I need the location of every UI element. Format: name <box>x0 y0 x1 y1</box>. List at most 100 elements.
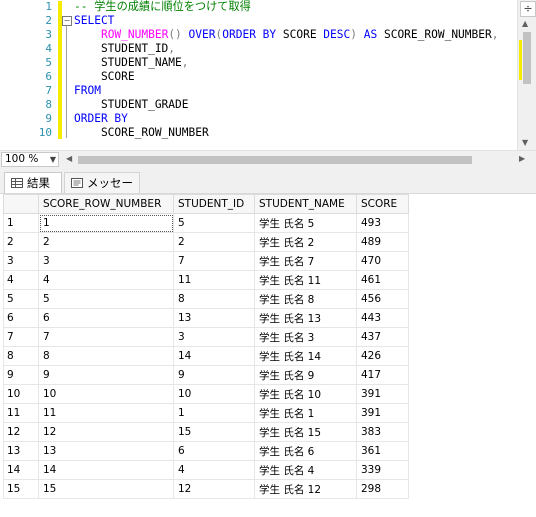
table-cell[interactable]: 6 <box>38 308 174 328</box>
table-row[interactable]: 14 14 4 学生 氏名 4 339 <box>3 460 409 480</box>
table-cell[interactable]: 10 <box>173 384 255 404</box>
table-cell[interactable]: 11 <box>173 270 255 290</box>
row-number-cell[interactable]: 8 <box>3 346 39 366</box>
split-window-icon[interactable]: ÷ <box>520 1 536 17</box>
table-cell[interactable]: 493 <box>356 213 409 233</box>
vertical-scroll-thumb[interactable] <box>523 32 531 84</box>
scroll-up-icon[interactable]: ▲ <box>522 19 528 28</box>
row-number-cell[interactable]: 10 <box>3 384 39 404</box>
column-header[interactable]: STUDENT_ID <box>173 194 255 214</box>
table-cell[interactable]: 7 <box>38 327 174 347</box>
table-cell[interactable]: 学生 氏名 7 <box>254 251 357 271</box>
column-header[interactable]: STUDENT_NAME <box>254 194 357 214</box>
row-number-cell[interactable]: 12 <box>3 422 39 442</box>
table-cell[interactable]: 361 <box>356 441 409 461</box>
row-number-cell[interactable]: 15 <box>3 479 39 499</box>
table-cell[interactable]: 443 <box>356 308 409 328</box>
code-line[interactable]: STUDENT_GRADE <box>74 98 189 112</box>
table-cell[interactable]: 学生 氏名 14 <box>254 346 357 366</box>
table-row[interactable]: 3 3 7 学生 氏名 7 470 <box>3 251 409 271</box>
table-cell[interactable]: 学生 氏名 4 <box>254 460 357 480</box>
row-number-header[interactable] <box>3 194 39 214</box>
table-row[interactable]: 7 7 3 学生 氏名 3 437 <box>3 327 409 347</box>
tab-messages[interactable]: メッセージ <box>64 172 140 210</box>
table-cell[interactable]: 15 <box>173 422 255 442</box>
table-cell[interactable]: 15 <box>38 479 174 499</box>
table-cell[interactable]: 298 <box>356 479 409 499</box>
column-header[interactable]: SCORE_ROW_NUMBER <box>38 194 174 214</box>
table-cell[interactable]: 10 <box>38 384 174 404</box>
code-line[interactable]: ROW_NUMBER() OVER(ORDER BY SCORE DESC) A… <box>74 28 499 42</box>
code-line[interactable]: ORDER BY <box>74 112 128 126</box>
table-cell[interactable]: 13 <box>173 308 255 328</box>
table-cell[interactable]: 学生 氏名 1 <box>254 403 357 423</box>
table-cell[interactable]: 学生 氏名 8 <box>254 289 357 309</box>
table-cell[interactable]: 6 <box>173 441 255 461</box>
table-cell[interactable]: 13 <box>38 441 174 461</box>
table-cell[interactable]: 9 <box>38 365 174 385</box>
table-row[interactable]: 6 6 13 学生 氏名 13 443 <box>3 308 409 328</box>
table-cell[interactable]: 学生 氏名 11 <box>254 270 357 290</box>
table-row[interactable]: 1 1 5 学生 氏名 5 493 <box>3 213 409 233</box>
table-cell[interactable]: 470 <box>356 251 409 271</box>
table-row[interactable]: 2 2 2 学生 氏名 2 489 <box>3 232 409 252</box>
row-number-cell[interactable]: 7 <box>3 327 39 347</box>
row-number-cell[interactable]: 9 <box>3 365 39 385</box>
column-header[interactable]: SCORE <box>356 194 409 214</box>
table-cell[interactable]: 8 <box>173 289 255 309</box>
row-number-cell[interactable]: 5 <box>3 289 39 309</box>
table-cell[interactable]: 437 <box>356 327 409 347</box>
table-cell[interactable]: 学生 氏名 15 <box>254 422 357 442</box>
table-cell[interactable]: 9 <box>173 365 255 385</box>
table-cell[interactable]: 14 <box>38 460 174 480</box>
table-cell[interactable]: 2 <box>38 232 174 252</box>
row-number-cell[interactable]: 11 <box>3 403 39 423</box>
row-number-cell[interactable]: 13 <box>3 441 39 461</box>
results-grid[interactable]: SCORE_ROW_NUMBER STUDENT_ID STUDENT_NAME… <box>0 194 536 517</box>
code-line[interactable]: -- 学生の成績に順位をつけて取得 <box>74 0 251 14</box>
row-number-cell[interactable]: 2 <box>3 232 39 252</box>
table-row[interactable]: 5 5 8 学生 氏名 8 456 <box>3 289 409 309</box>
table-cell[interactable]: 学生 氏名 12 <box>254 479 357 499</box>
table-cell[interactable]: 339 <box>356 460 409 480</box>
table-cell[interactable]: 417 <box>356 365 409 385</box>
table-cell[interactable]: 4 <box>38 270 174 290</box>
table-cell[interactable]: 12 <box>173 479 255 499</box>
code-line[interactable]: STUDENT_NAME, <box>74 56 189 70</box>
table-cell[interactable]: 学生 氏名 10 <box>254 384 357 404</box>
table-cell[interactable]: 3 <box>38 251 174 271</box>
table-cell[interactable]: 学生 氏名 3 <box>254 327 357 347</box>
table-cell[interactable]: 383 <box>356 422 409 442</box>
scroll-right-icon[interactable]: ▶ <box>519 154 525 163</box>
table-cell[interactable]: 391 <box>356 403 409 423</box>
scroll-down-icon[interactable]: ▼ <box>522 138 528 147</box>
table-cell[interactable]: 1 <box>38 213 174 233</box>
code-line[interactable]: SCORE <box>74 70 135 84</box>
chevron-down-icon[interactable]: ▼ <box>50 153 56 166</box>
table-cell[interactable]: 14 <box>173 346 255 366</box>
table-cell[interactable]: 学生 氏名 13 <box>254 308 357 328</box>
horizontal-scroll-thumb[interactable] <box>78 156 472 164</box>
table-cell[interactable]: 8 <box>38 346 174 366</box>
query-editor[interactable]: 1 2 3 4 5 6 7 8 9 10 − -- 学生の成績に順位をつけて取得 SELECT RO… <box>0 0 536 150</box>
collapse-region-icon[interactable]: − <box>62 16 72 26</box>
table-cell[interactable]: 11 <box>38 403 174 423</box>
table-row[interactable]: 10 10 10 学生 氏名 10 391 <box>3 384 409 404</box>
code-line[interactable]: STUDENT_ID, <box>74 42 175 56</box>
table-cell[interactable]: 5 <box>38 289 174 309</box>
scroll-left-icon[interactable]: ◀ <box>66 154 72 163</box>
row-number-cell[interactable]: 1 <box>3 213 39 233</box>
table-cell[interactable]: 489 <box>356 232 409 252</box>
table-row[interactable]: 4 4 11 学生 氏名 11 461 <box>3 270 409 290</box>
table-row[interactable]: 9 9 9 学生 氏名 9 417 <box>3 365 409 385</box>
table-cell[interactable]: 5 <box>173 213 255 233</box>
editor-vertical-scrollbar[interactable]: ÷ ▲ ▼ <box>517 0 536 150</box>
table-cell[interactable]: 学生 氏名 5 <box>254 213 357 233</box>
table-row[interactable]: 8 8 14 学生 氏名 14 426 <box>3 346 409 366</box>
table-cell[interactable]: 1 <box>173 403 255 423</box>
code-line[interactable]: SCORE_ROW_NUMBER <box>74 126 209 140</box>
table-cell[interactable]: 12 <box>38 422 174 442</box>
table-row[interactable]: 15 15 12 学生 氏名 12 298 <box>3 479 409 499</box>
table-row[interactable]: 11 11 1 学生 氏名 1 391 <box>3 403 409 423</box>
table-cell[interactable]: 4 <box>173 460 255 480</box>
